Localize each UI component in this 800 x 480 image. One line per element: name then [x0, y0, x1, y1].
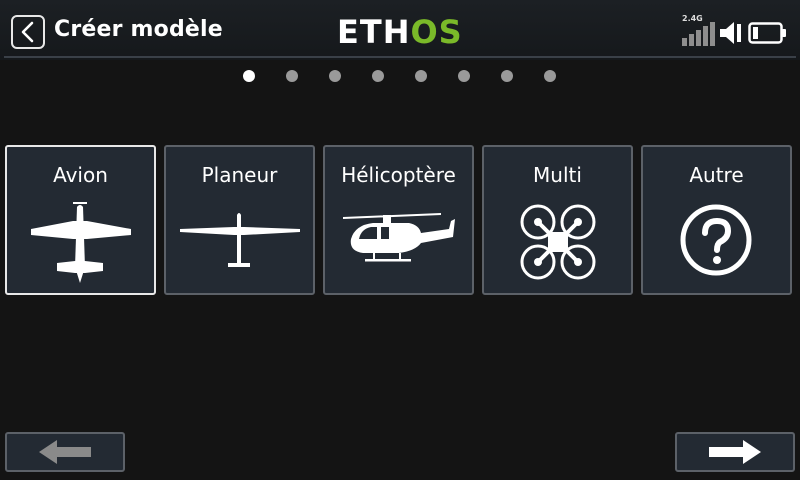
page-title: Créer modèle — [54, 17, 223, 42]
page-dot — [243, 70, 255, 82]
model-type-multirotor-tile[interactable]: Multi — [482, 145, 633, 295]
question-icon — [680, 204, 752, 276]
model-type-airplane-tile[interactable]: Avion — [5, 145, 156, 295]
header-bar: Créer modèle ETHOS 2.4G — [0, 0, 800, 60]
model-type-other-tile[interactable]: Autre — [641, 145, 792, 295]
multirotor-icon — [520, 204, 596, 280]
tile-label: Avion — [53, 163, 108, 187]
page-dot — [329, 70, 341, 82]
airplane-icon — [31, 202, 131, 283]
logo-text-eth: ETH — [337, 13, 411, 51]
page-dot — [501, 70, 513, 82]
tile-label: Hélicoptère — [341, 163, 456, 187]
next-button[interactable] — [675, 432, 795, 472]
model-type-helicopter-tile[interactable]: Hélicoptère — [323, 145, 474, 295]
previous-button[interactable] — [5, 432, 125, 472]
tile-label: Autre — [689, 163, 744, 187]
page-indicator — [0, 70, 800, 84]
tile-label: Multi — [533, 163, 582, 187]
page-dot — [286, 70, 298, 82]
logo-text-os: OS — [410, 13, 463, 51]
ethos-logo: ETHOS — [337, 14, 463, 50]
speaker-icon — [720, 22, 741, 44]
arrow-right-icon — [709, 440, 761, 464]
chevron-left-icon — [21, 21, 34, 43]
page-dot — [372, 70, 384, 82]
status-area: 2.4G — [682, 14, 792, 50]
model-type-glider-tile[interactable]: Planeur — [164, 145, 315, 295]
page-dot — [415, 70, 427, 82]
page-dot — [544, 70, 556, 82]
helicopter-icon — [343, 213, 455, 262]
page-dot — [458, 70, 470, 82]
glider-icon — [180, 213, 300, 267]
tile-label: Planeur — [201, 163, 278, 187]
signal-icon — [682, 22, 715, 46]
header-divider — [4, 56, 796, 58]
back-button[interactable] — [11, 15, 45, 49]
battery-icon — [748, 22, 786, 44]
arrow-left-icon — [39, 440, 91, 464]
